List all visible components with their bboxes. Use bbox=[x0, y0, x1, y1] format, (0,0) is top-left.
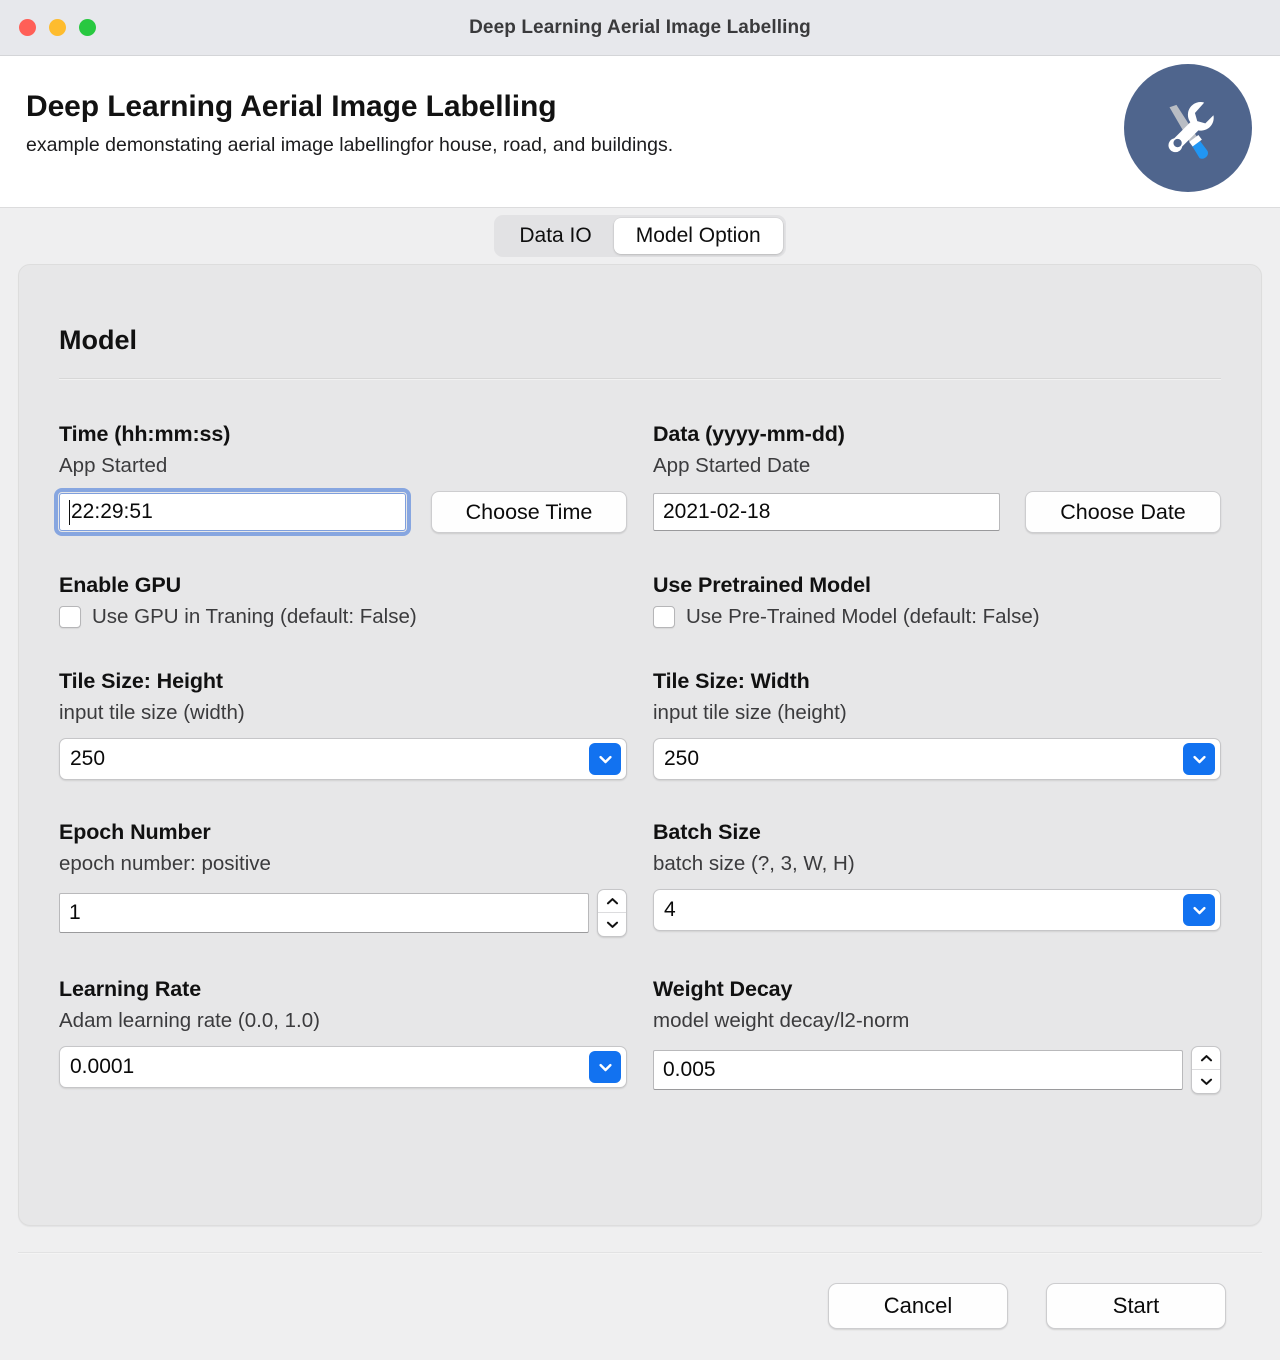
field-time-label: Time (hh:mm:ss) bbox=[59, 422, 231, 446]
field-weight-decay-label: Weight Decay bbox=[653, 977, 793, 1001]
epoch-number-value: 1 bbox=[69, 901, 81, 924]
field-use-pretrained-model: Use Pretrained Model Use Pre-Trained Mod… bbox=[653, 533, 1221, 629]
chevron-down-icon[interactable] bbox=[1183, 743, 1215, 775]
tile-size-height-value: 250 bbox=[70, 747, 106, 770]
field-use-pretrained-model-label: Use Pretrained Model bbox=[653, 573, 871, 597]
window-title: Deep Learning Aerial Image Labelling bbox=[469, 16, 811, 38]
chevron-down-icon[interactable] bbox=[1183, 894, 1215, 926]
app-window: Deep Learning Aerial Image Labelling Dee… bbox=[0, 0, 1280, 1360]
choose-time-button[interactable]: Choose Time bbox=[431, 491, 627, 533]
start-button[interactable]: Start bbox=[1046, 1283, 1226, 1329]
field-enable-gpu-label: Enable GPU bbox=[59, 573, 182, 597]
app-header: Deep Learning Aerial Image Labelling exa… bbox=[0, 56, 1280, 208]
chevron-down-icon[interactable] bbox=[589, 743, 621, 775]
batch-size-select[interactable]: 4 bbox=[653, 889, 1221, 931]
tools-icon bbox=[1124, 64, 1252, 192]
cancel-button[interactable]: Cancel bbox=[828, 1283, 1008, 1329]
field-learning-rate: Learning Rate Adam learning rate (0.0, 1… bbox=[59, 937, 627, 1094]
date-input[interactable]: 2021-02-18 bbox=[653, 493, 1000, 531]
title-bar: Deep Learning Aerial Image Labelling bbox=[0, 0, 1280, 56]
chevron-down-icon[interactable] bbox=[589, 1051, 621, 1083]
field-tile-size-width-label: Tile Size: Width bbox=[653, 669, 810, 693]
field-grid: Time (hh:mm:ss) App Started 22:29:51 Cho… bbox=[54, 404, 1221, 1094]
field-time-hint: App Started bbox=[59, 454, 168, 477]
field-weight-decay: Weight Decay model weight decay/l2-norm … bbox=[653, 937, 1221, 1094]
field-learning-rate-label: Learning Rate bbox=[59, 977, 202, 1001]
weight-decay-stepper[interactable] bbox=[1191, 1046, 1221, 1094]
tile-size-height-select[interactable]: 250 bbox=[59, 738, 627, 780]
stepper-up-icon[interactable] bbox=[598, 890, 626, 913]
stepper-up-icon[interactable] bbox=[1192, 1047, 1220, 1070]
tile-size-width-value: 250 bbox=[664, 747, 700, 770]
field-tile-size-height-label: Tile Size: Height bbox=[59, 669, 223, 693]
weight-decay-value: 0.005 bbox=[663, 1058, 716, 1081]
tab-data-io[interactable]: Data IO bbox=[497, 218, 613, 254]
field-date-hint: App Started Date bbox=[653, 454, 811, 477]
field-batch-size: Batch Size batch size (?, 3, W, H) 4 bbox=[653, 780, 1221, 937]
field-enable-gpu: Enable GPU Use GPU in Traning (default: … bbox=[59, 533, 627, 629]
field-tile-size-width-hint: input tile size (height) bbox=[653, 701, 847, 724]
model-option-panel: Model Time (hh:mm:ss) App Started 22:29:… bbox=[18, 264, 1262, 1226]
field-weight-decay-hint: model weight decay/l2-norm bbox=[653, 1009, 910, 1032]
section-divider bbox=[59, 378, 1221, 380]
page-title: Deep Learning Aerial Image Labelling bbox=[26, 90, 557, 123]
use-pretrained-model-checkbox[interactable] bbox=[653, 606, 675, 628]
enable-gpu-checkbox[interactable] bbox=[59, 606, 81, 628]
epoch-number-input[interactable]: 1 bbox=[59, 893, 589, 933]
learning-rate-value: 0.0001 bbox=[70, 1055, 135, 1078]
field-date: Data (yyyy-mm-dd) App Started Date 2021-… bbox=[653, 404, 1221, 533]
time-input-value: 22:29:51 bbox=[71, 500, 153, 523]
tab-bar: Data IO Model Option bbox=[0, 208, 1280, 264]
field-batch-size-hint: batch size (?, 3, W, H) bbox=[653, 852, 855, 875]
epoch-number-stepper[interactable] bbox=[597, 889, 627, 937]
batch-size-value: 4 bbox=[664, 898, 676, 921]
page-subtitle: example demonstating aerial image labell… bbox=[26, 134, 674, 156]
dialog-footer: Cancel Start bbox=[0, 1252, 1280, 1360]
choose-date-button[interactable]: Choose Date bbox=[1025, 491, 1221, 533]
stepper-down-icon[interactable] bbox=[1192, 1070, 1220, 1093]
field-date-label: Data (yyyy-mm-dd) bbox=[653, 422, 845, 446]
time-input[interactable]: 22:29:51 bbox=[54, 488, 411, 536]
field-tile-size-width: Tile Size: Width input tile size (height… bbox=[653, 629, 1221, 780]
field-epoch-number-hint: epoch number: positive bbox=[59, 852, 271, 875]
learning-rate-select[interactable]: 0.0001 bbox=[59, 1046, 627, 1088]
weight-decay-input[interactable]: 0.005 bbox=[653, 1050, 1183, 1090]
enable-gpu-checkbox-label: Use GPU in Traning (default: False) bbox=[92, 605, 417, 628]
use-pretrained-model-checkbox-label: Use Pre-Trained Model (default: False) bbox=[686, 605, 1040, 628]
content-area: Model Time (hh:mm:ss) App Started 22:29:… bbox=[0, 264, 1280, 1252]
field-epoch-number-label: Epoch Number bbox=[59, 820, 211, 844]
field-tile-size-height: Tile Size: Height input tile size (width… bbox=[59, 629, 627, 780]
text-caret bbox=[69, 499, 70, 525]
field-learning-rate-hint: Adam learning rate (0.0, 1.0) bbox=[59, 1009, 320, 1032]
tab-model-option[interactable]: Model Option bbox=[613, 218, 783, 254]
date-input-value: 2021-02-18 bbox=[663, 500, 771, 523]
tile-size-width-select[interactable]: 250 bbox=[653, 738, 1221, 780]
field-tile-size-height-hint: input tile size (width) bbox=[59, 701, 245, 724]
footer-divider bbox=[18, 1252, 1262, 1254]
field-epoch-number: Epoch Number epoch number: positive 1 bbox=[59, 780, 627, 937]
field-batch-size-label: Batch Size bbox=[653, 820, 761, 844]
section-title: Model bbox=[59, 325, 137, 355]
stepper-down-icon[interactable] bbox=[598, 913, 626, 936]
field-time: Time (hh:mm:ss) App Started 22:29:51 Cho… bbox=[54, 404, 627, 536]
